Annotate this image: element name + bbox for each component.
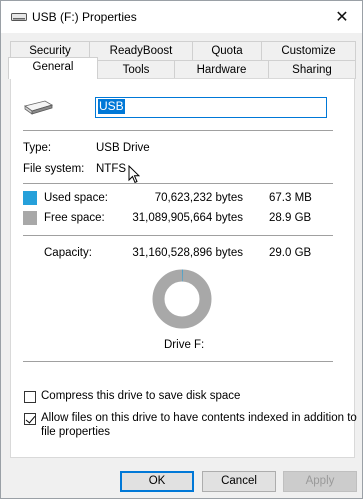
drive-name-value: USB xyxy=(98,99,125,114)
tab-sharing[interactable]: Sharing xyxy=(268,60,356,79)
disk-usage-donut xyxy=(152,269,212,329)
file-system-value: NTFS xyxy=(96,163,127,175)
divider xyxy=(23,235,333,236)
file-system-label: File system: xyxy=(23,163,85,175)
type-label: Type: xyxy=(23,142,52,154)
properties-window: USB (F:) Properties ✕ Security ReadyBoos… xyxy=(0,0,363,499)
tab-readyboost[interactable]: ReadyBoost xyxy=(89,41,193,60)
free-space-bytes: 31,089,905,664 bytes xyxy=(132,212,243,224)
compress-checkbox[interactable] xyxy=(24,391,36,403)
divider xyxy=(23,130,333,131)
used-space-label: Used space: xyxy=(44,192,108,204)
capacity-bytes: 31,160,528,896 bytes xyxy=(132,247,243,259)
capacity-short: 29.0 GB xyxy=(269,247,312,259)
divider xyxy=(23,183,333,184)
type-value: USB Drive xyxy=(96,142,150,154)
tab-general[interactable]: General xyxy=(8,57,98,79)
used-space-swatch xyxy=(23,191,37,205)
divider xyxy=(23,361,333,362)
free-space-swatch xyxy=(23,211,37,225)
index-label-line2[interactable]: file properties xyxy=(41,426,110,438)
index-checkbox[interactable] xyxy=(24,413,36,425)
tab-quota[interactable]: Quota xyxy=(192,41,262,60)
cancel-button[interactable]: Cancel xyxy=(202,471,276,492)
compress-label[interactable]: Compress this drive to save disk space xyxy=(41,390,240,402)
drive-name-input[interactable]: USB xyxy=(95,97,327,118)
usb-drive-icon xyxy=(11,13,27,21)
capacity-label: Capacity: xyxy=(44,247,92,259)
tab-customize[interactable]: Customize xyxy=(261,41,356,60)
title-bar: USB (F:) Properties ✕ xyxy=(1,1,362,33)
mouse-cursor-icon xyxy=(128,165,140,184)
used-space-short: 67.3 MB xyxy=(269,192,312,204)
tab-hardware[interactable]: Hardware xyxy=(174,60,269,79)
tab-tools[interactable]: Tools xyxy=(97,60,175,79)
free-space-short: 28.9 GB xyxy=(269,212,312,224)
drive-letter-label: Drive F: xyxy=(164,339,205,351)
usb-drive-icon xyxy=(24,100,53,115)
window-title: USB (F:) Properties xyxy=(32,10,137,24)
index-label-line1[interactable]: Allow files on this drive to have conten… xyxy=(41,412,357,424)
used-space-bytes: 70,623,232 bytes xyxy=(154,192,243,204)
apply-button[interactable]: Apply xyxy=(283,471,357,492)
close-button[interactable]: ✕ xyxy=(322,1,362,33)
free-space-label: Free space: xyxy=(44,212,105,224)
ok-button[interactable]: OK xyxy=(120,471,194,492)
close-icon: ✕ xyxy=(335,9,349,26)
